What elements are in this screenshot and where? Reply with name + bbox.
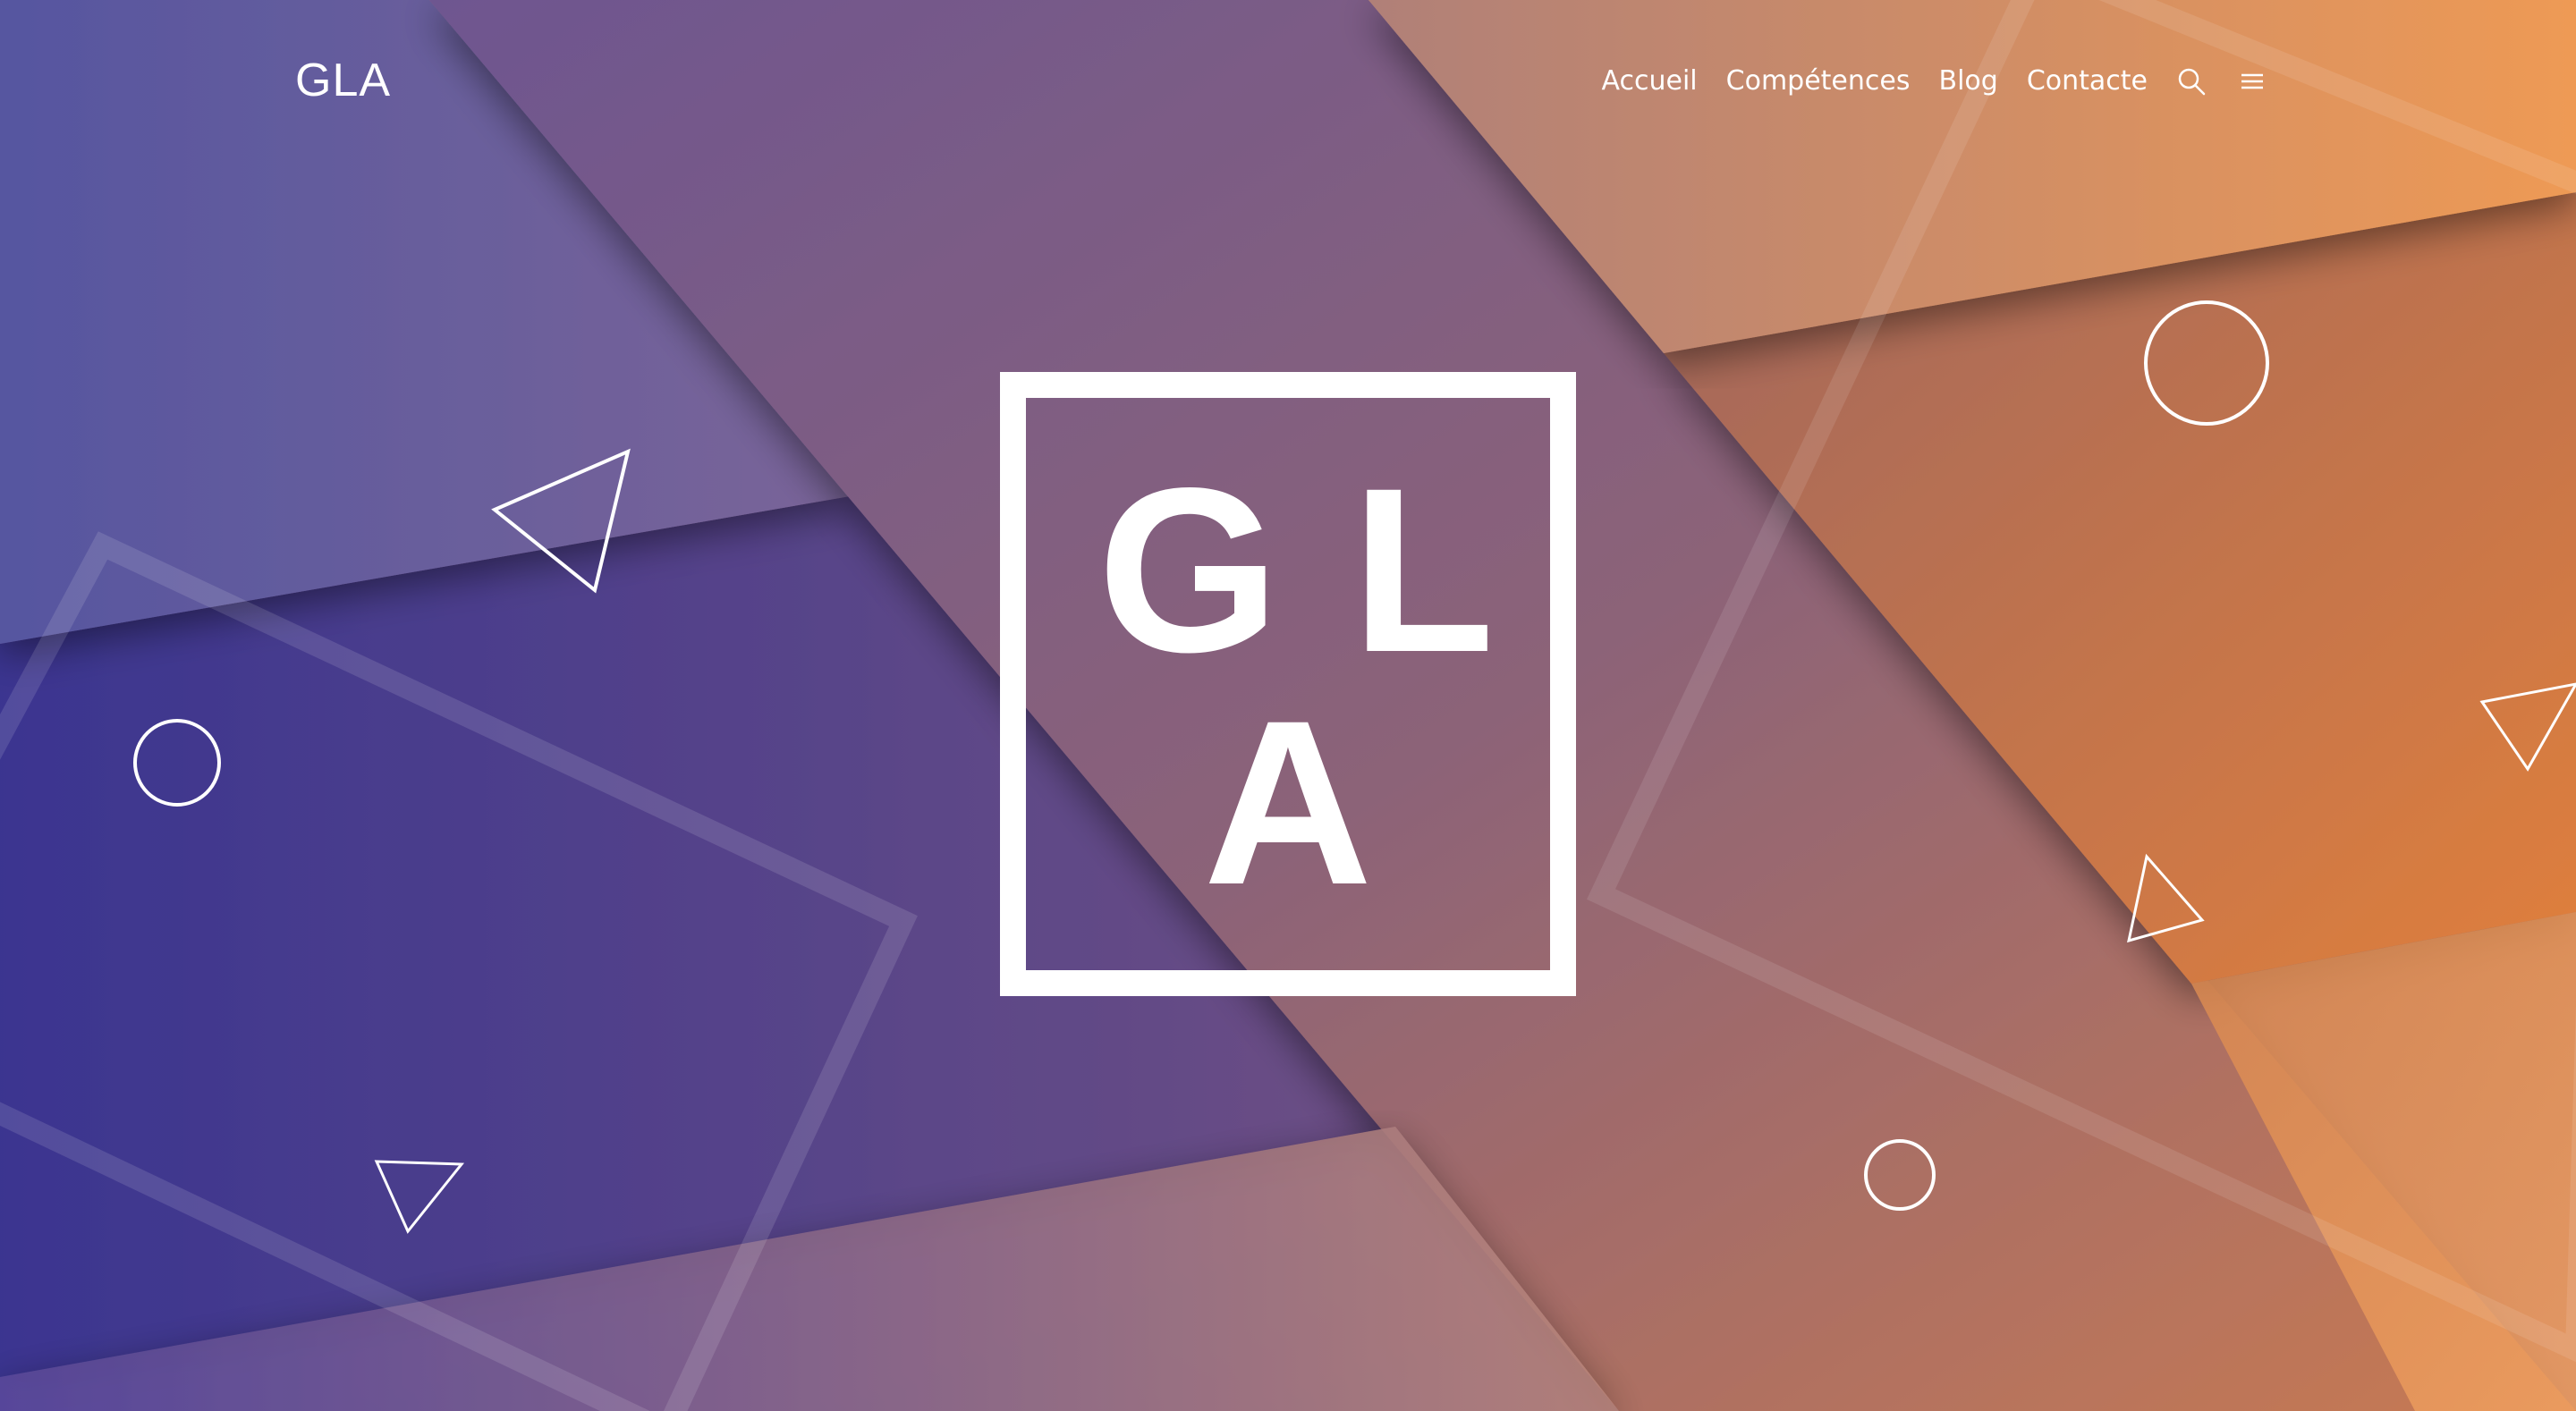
search-icon[interactable]	[2174, 64, 2208, 98]
hero-logo-line-2: A	[1203, 672, 1373, 934]
nav-item-blog[interactable]: Blog	[1938, 59, 1997, 104]
main-nav: Accueil Compétences Blog Contacte	[1602, 59, 2269, 104]
site-header: GLA Accueil Compétences Blog Contacte	[0, 0, 2576, 165]
nav-item-contacte[interactable]: Contacte	[2027, 59, 2148, 104]
hero-logo: GL A	[1000, 372, 1576, 996]
brand-logo[interactable]: GLA	[295, 52, 391, 109]
menu-icon[interactable]	[2235, 64, 2269, 98]
nav-item-accueil[interactable]: Accueil	[1602, 59, 1698, 104]
hero-logo-line-1: GL	[1097, 439, 1566, 701]
nav-item-competences[interactable]: Compétences	[1726, 59, 1911, 104]
